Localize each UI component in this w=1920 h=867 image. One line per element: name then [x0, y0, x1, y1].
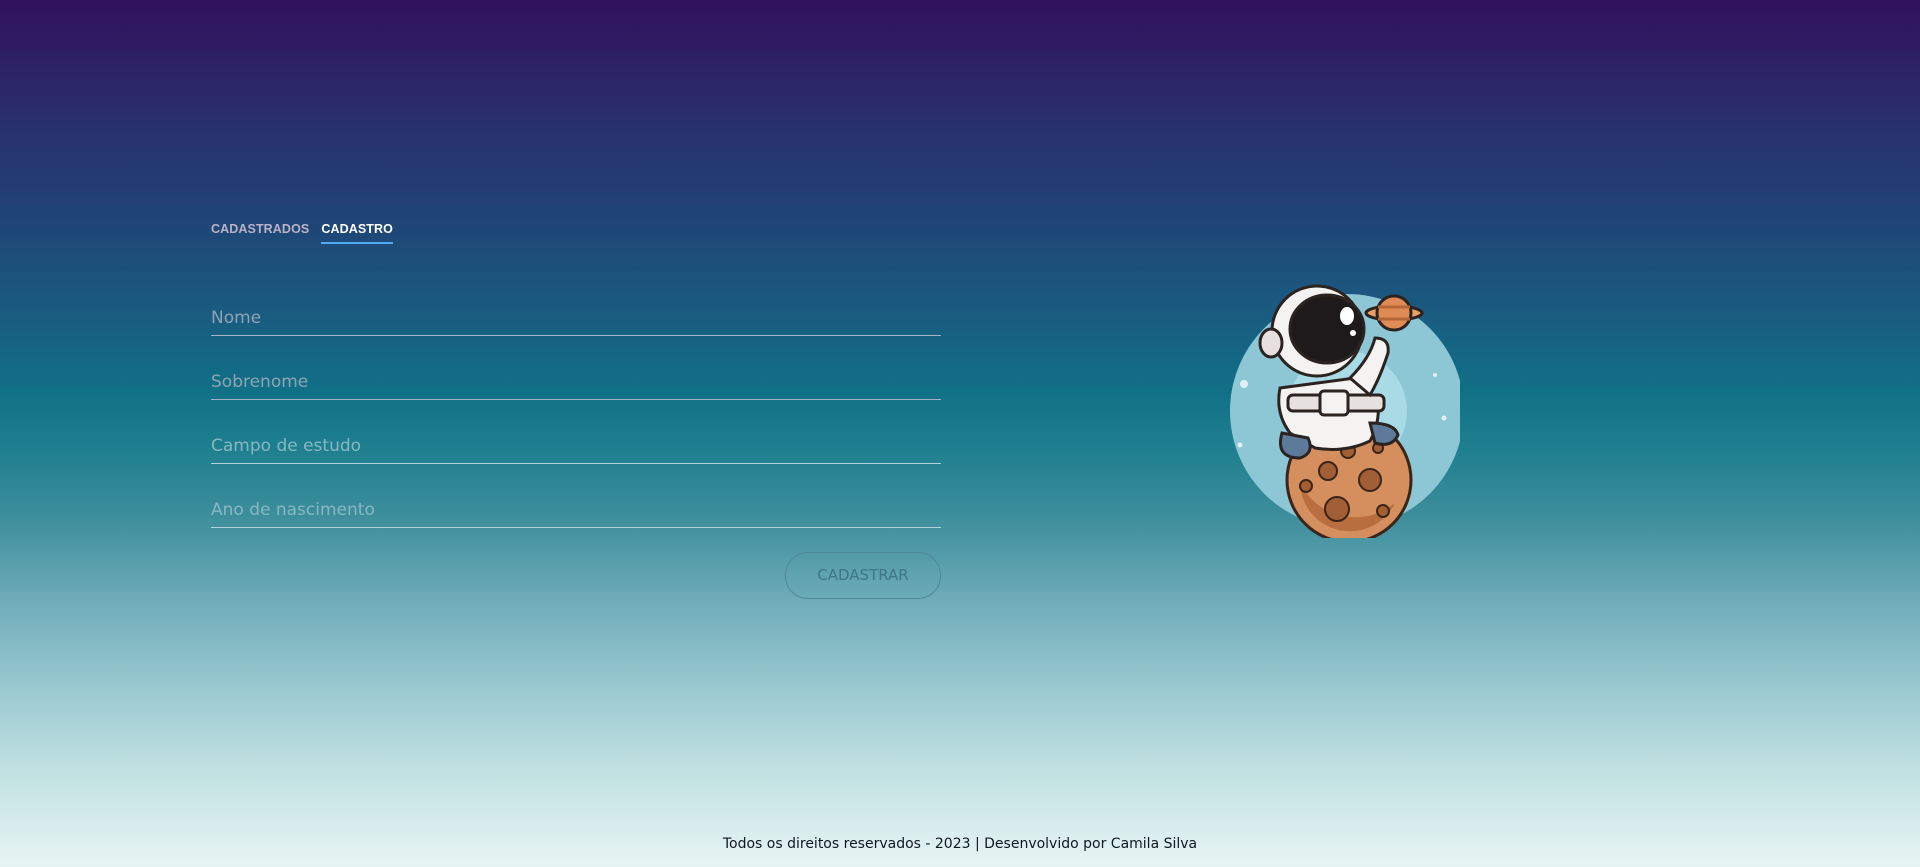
tab-cadastro[interactable]: CADASTRO: [321, 222, 393, 244]
sobrenome-field-wrapper: [211, 336, 941, 400]
tab-cadastrados[interactable]: CADASTRADOS: [211, 222, 309, 244]
ano-de-nascimento-field-wrapper: [211, 464, 941, 528]
campo-de-estudo-input[interactable]: [211, 428, 941, 464]
astronaut-on-planet-icon: [1230, 284, 1464, 544]
footer-text: Todos os direitos reservados - 2023 | De…: [722, 836, 1198, 852]
tab-bar: CADASTRADOS CADASTRO: [211, 222, 393, 244]
nome-field-wrapper: [211, 272, 941, 336]
registration-form: CADASTRAR: [211, 272, 941, 608]
nome-input[interactable]: [211, 300, 941, 336]
sobrenome-input[interactable]: [211, 364, 941, 400]
campo-de-estudo-field-wrapper: [211, 400, 941, 464]
footer: Todos os direitos reservados - 2023 | De…: [0, 836, 1920, 852]
ano-de-nascimento-input[interactable]: [211, 492, 941, 528]
astronaut-illustration: [1220, 283, 1464, 544]
cadastrar-button[interactable]: CADASTRAR: [785, 552, 941, 599]
button-row: CADASTRAR: [211, 528, 941, 608]
